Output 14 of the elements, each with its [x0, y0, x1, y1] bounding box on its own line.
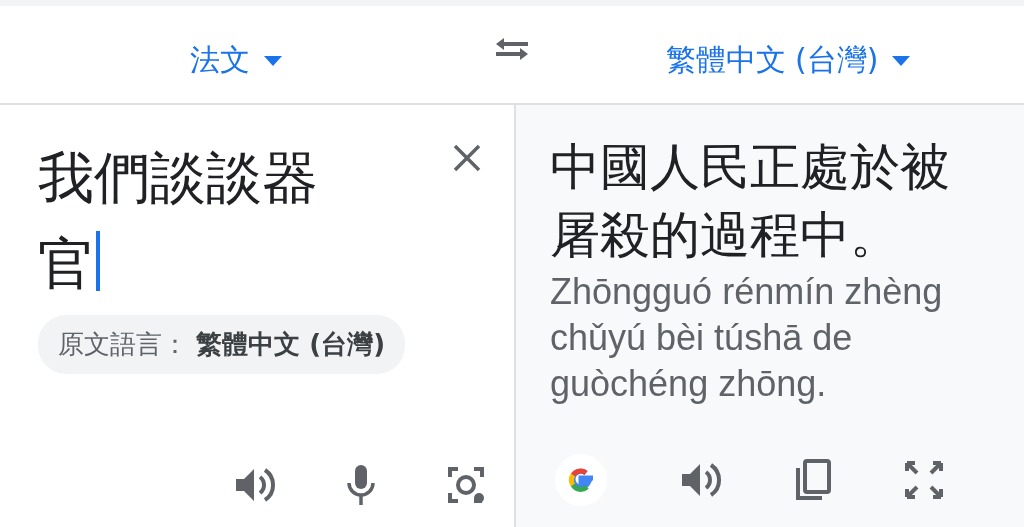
dropdown-arrow-icon[interactable]	[264, 55, 282, 66]
camera-icon[interactable]	[446, 465, 486, 505]
google-icon[interactable]	[554, 453, 608, 507]
dropdown-arrow-icon[interactable]	[892, 55, 911, 66]
copy-icon[interactable]	[794, 458, 832, 502]
microphone-icon[interactable]	[346, 463, 376, 507]
target-language-button[interactable]: 繁體中文 (台灣)	[661, 36, 915, 85]
romanization-text: Zhōngguó rénmín zhèng chǔyú bèi túshā de guòchéng zhōng.	[550, 270, 944, 406]
fullscreen-icon[interactable]	[904, 460, 944, 500]
translated-text: 中國人民正處於被屠殺的過程中。	[550, 137, 951, 266]
detected-language-chip[interactable]: 原文語言： 繁體中文 (台灣)	[38, 315, 406, 374]
source-language-button[interactable]: 法文	[186, 36, 286, 85]
source-text-field[interactable]: 我們談談器官	[38, 135, 358, 307]
close-icon[interactable]	[452, 143, 482, 173]
